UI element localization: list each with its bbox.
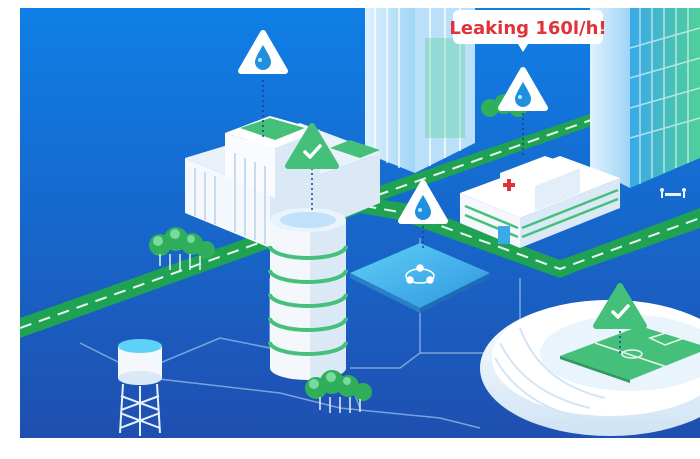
water-storage-tower [268,208,348,380]
smart-city-illustration: Leaking 160l/h! [20,8,700,438]
leak-alert-text: Leaking 160l/h! [449,18,606,39]
